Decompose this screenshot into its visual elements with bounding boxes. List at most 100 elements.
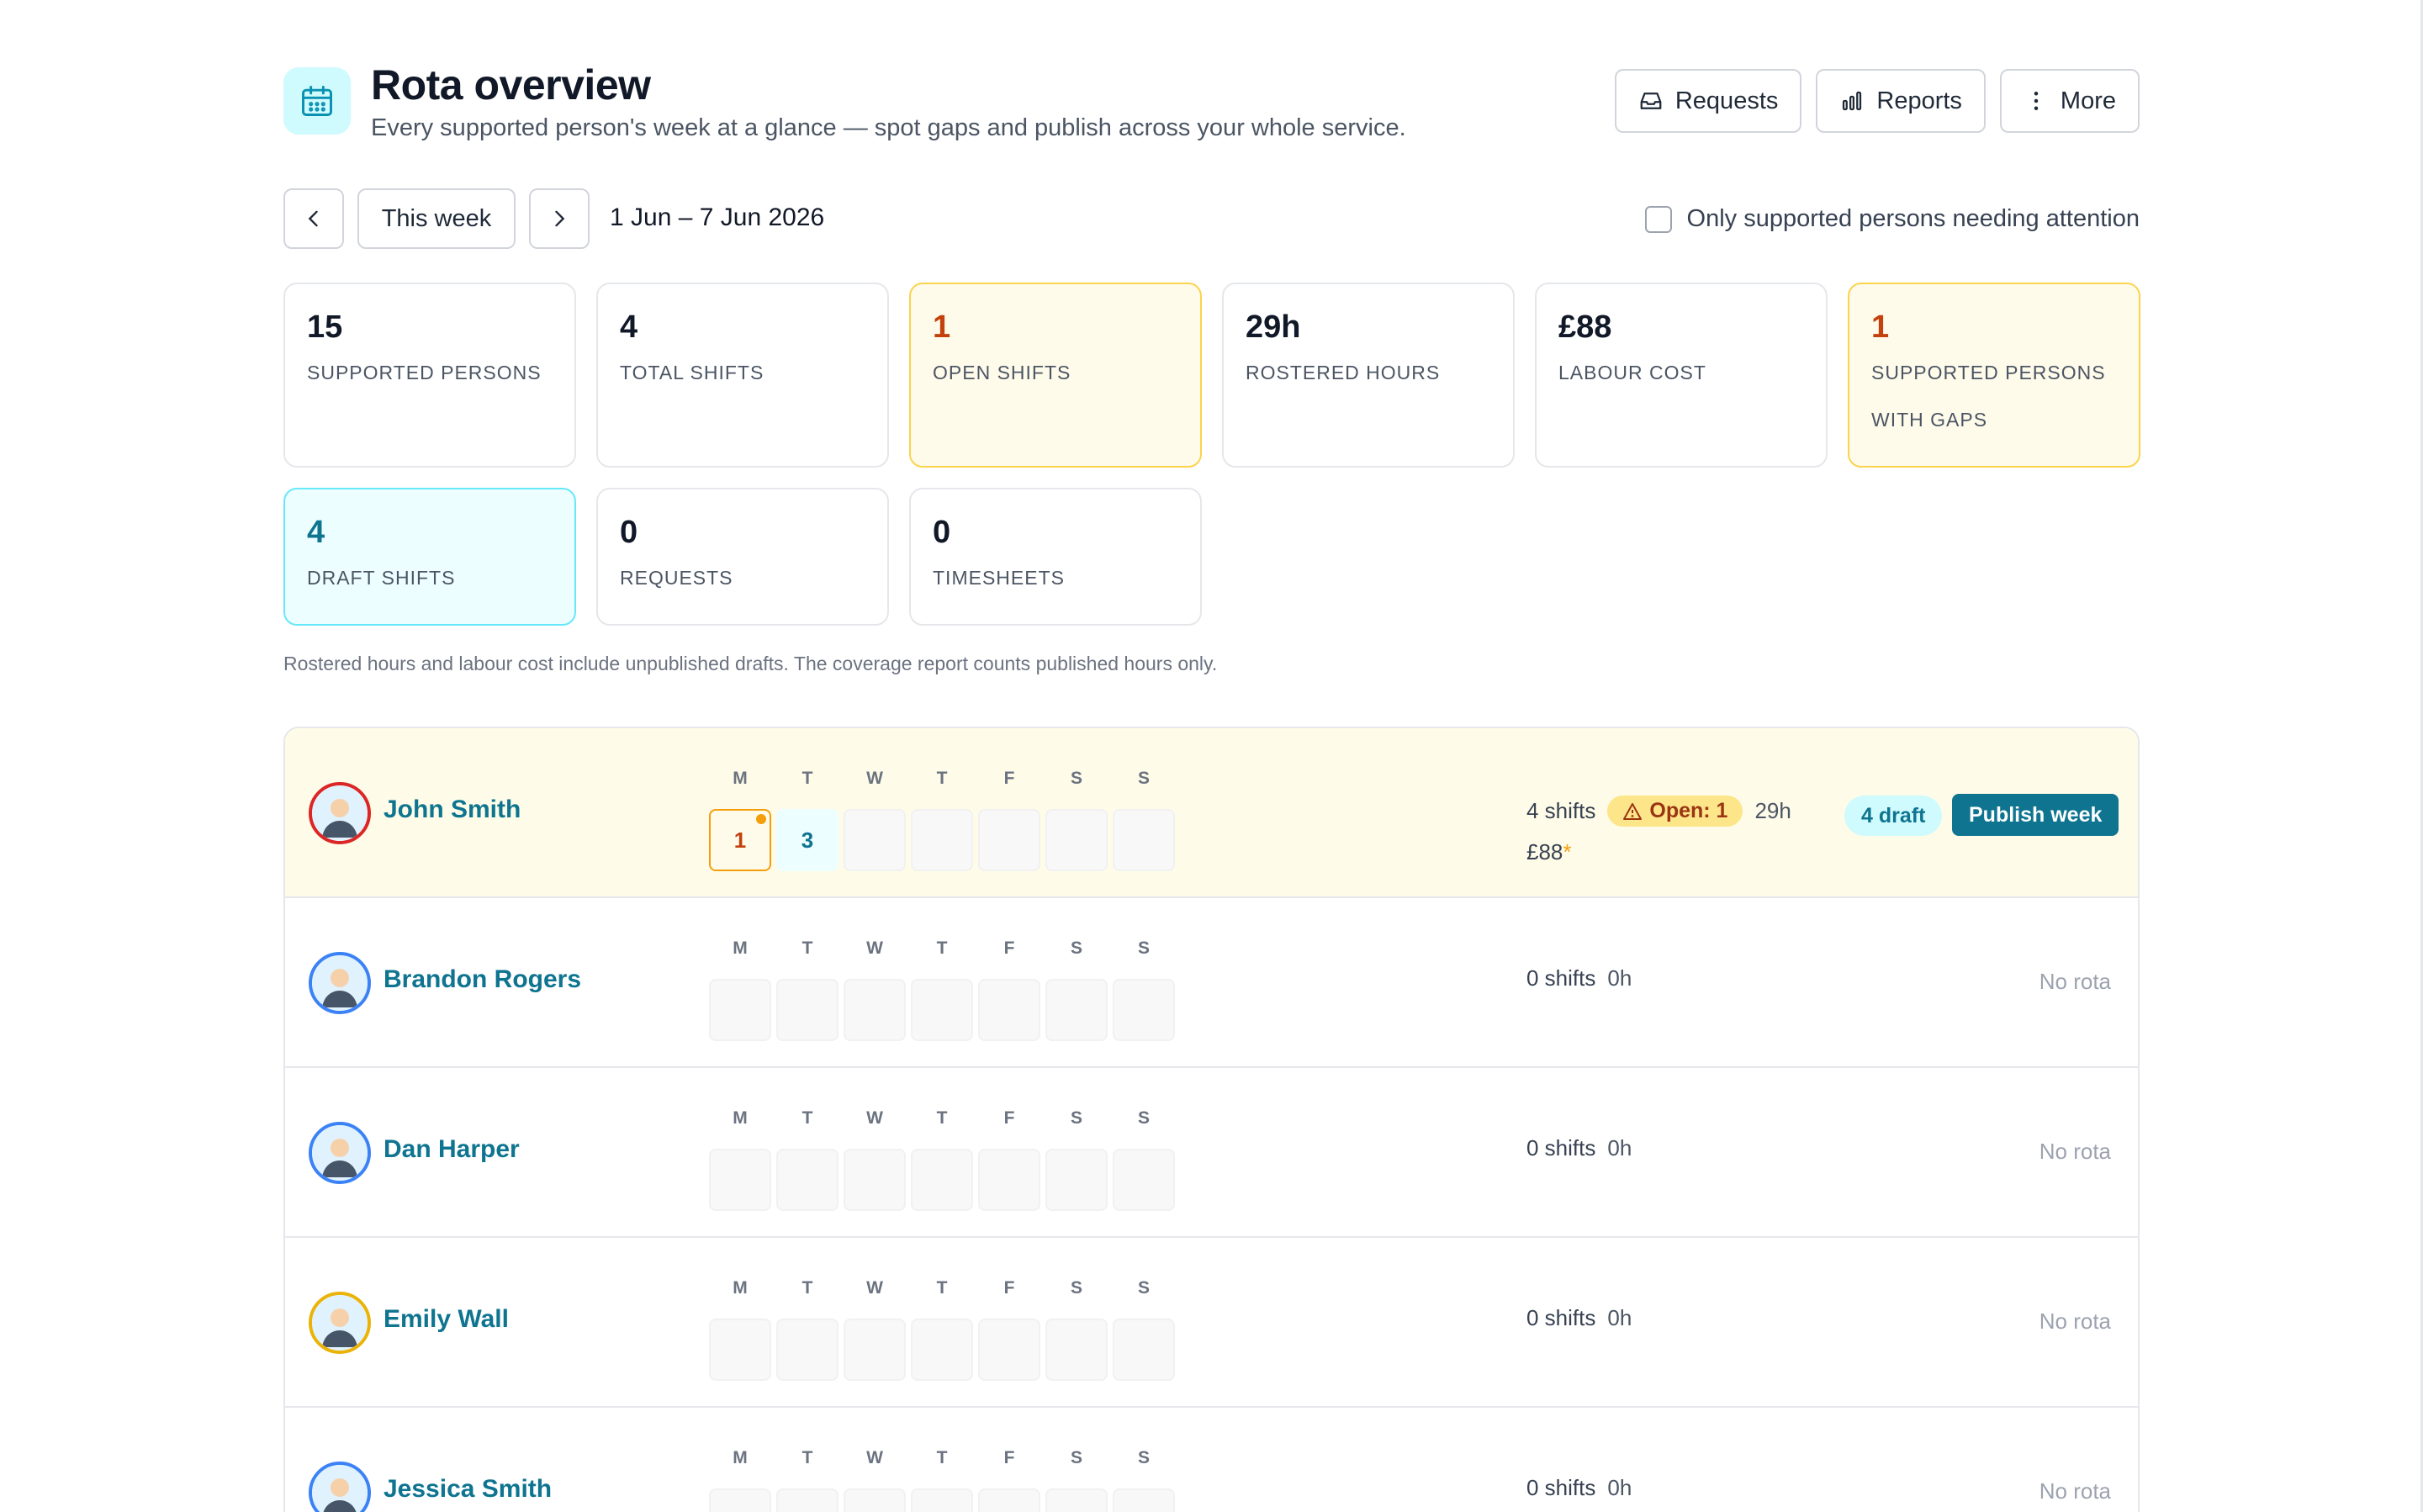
day-label: S: [1137, 1448, 1150, 1467]
shift-count: 0 shifts: [1526, 965, 1596, 991]
person-row[interactable]: Brandon Rogers M T W T F S S 0 shifts 0h No rota: [285, 898, 2138, 1068]
day-label: T: [801, 769, 813, 788]
day-cell[interactable]: [776, 979, 839, 1041]
day-cell[interactable]: [776, 1149, 839, 1211]
stat-labour-cost: £88 Labour cost: [1535, 283, 1828, 468]
day-label: S: [1070, 938, 1082, 958]
day-label: S: [1070, 1278, 1082, 1298]
day-label: F: [1003, 1278, 1015, 1298]
avatar[interactable]: [309, 952, 371, 1014]
day-cell[interactable]: [844, 1149, 906, 1211]
person-name-link[interactable]: Jessica Smith: [384, 1475, 552, 1504]
avatar[interactable]: [309, 1122, 371, 1184]
day-cell[interactable]: [776, 1488, 839, 1512]
week-range: 1 Jun – 7 Jun 2026: [610, 204, 825, 231]
day-cell[interactable]: [709, 1488, 771, 1512]
more-vertical-icon: [2034, 92, 2039, 110]
day-cell[interactable]: [1045, 1149, 1108, 1211]
previous-week-button[interactable]: [283, 188, 344, 249]
stat-draft-shifts: 4 Draft shifts: [283, 488, 576, 626]
person-row[interactable]: Dan Harper M T W T F S S 0 shifts 0h No rota: [285, 1068, 2138, 1238]
day-label: S: [1137, 769, 1150, 788]
avatar[interactable]: [309, 1462, 371, 1512]
stat-persons-with-gaps: 1 Supported persons with gaps: [1848, 283, 2140, 468]
stat-open-shifts: 1 Open shifts: [909, 283, 1202, 468]
person-rota-list: John Smith M T W T F S S 1 3 4 shifts Open: 1 29h…: [283, 727, 2140, 1512]
day-cell[interactable]: [1113, 1319, 1175, 1381]
day-cell[interactable]: [1113, 809, 1175, 871]
warning-icon: [1623, 802, 1643, 820]
day-cell[interactable]: [911, 979, 973, 1041]
day-cell[interactable]: 3: [776, 809, 839, 871]
day-label: S: [1137, 1278, 1150, 1298]
attention-checkbox[interactable]: [1644, 205, 1672, 233]
day-cell[interactable]: [1113, 1149, 1175, 1211]
day-label: S: [1070, 1448, 1082, 1467]
day-cell[interactable]: [844, 1319, 906, 1381]
day-label: T: [801, 938, 813, 958]
day-label: M: [733, 1108, 748, 1128]
more-button[interactable]: More: [1999, 69, 2140, 133]
day-cell[interactable]: [978, 809, 1040, 871]
page-subtitle: Every supported person's week at a glanc…: [371, 114, 1406, 141]
day-cell[interactable]: [978, 1149, 1040, 1211]
day-label: S: [1137, 1108, 1150, 1128]
person-row[interactable]: John Smith M T W T F S S 1 3 4 shifts Open: 1 29h…: [285, 728, 2138, 898]
day-label: T: [801, 1278, 813, 1298]
day-cell[interactable]: [911, 1149, 973, 1211]
day-cell[interactable]: [844, 809, 906, 871]
requests-button[interactable]: Requests: [1614, 69, 1802, 133]
open-shifts-badge: Open: 1: [1607, 796, 1743, 827]
person-name-link[interactable]: John Smith: [384, 796, 521, 824]
day-label: F: [1003, 1448, 1015, 1467]
day-cell[interactable]: [1113, 1488, 1175, 1512]
day-cell[interactable]: [1045, 979, 1108, 1041]
day-cell[interactable]: [709, 979, 771, 1041]
day-label: F: [1003, 769, 1015, 788]
attention-filter[interactable]: Only supported persons needing attention: [1644, 205, 2140, 233]
day-cell[interactable]: [1045, 1319, 1108, 1381]
day-cell[interactable]: [978, 1488, 1040, 1512]
publish-week-button[interactable]: Publish week: [1952, 794, 2119, 836]
draft-badge: 4 draft: [1844, 796, 1943, 836]
hours: 0h: [1607, 1475, 1632, 1500]
day-label: W: [866, 769, 883, 788]
day-label: T: [936, 1448, 948, 1467]
day-label: W: [866, 1108, 883, 1128]
this-week-button[interactable]: This week: [357, 188, 516, 249]
rota-status: No rota: [2039, 1308, 2111, 1334]
labour-cost: £88*: [1526, 839, 1572, 864]
day-cell[interactable]: [844, 979, 906, 1041]
next-week-button[interactable]: [529, 188, 590, 249]
person-name-link[interactable]: Brandon Rogers: [384, 965, 581, 994]
day-cell[interactable]: 1: [709, 809, 771, 871]
row-summary: 0 shifts 0h: [1526, 1475, 1632, 1501]
day-cell[interactable]: [1045, 1488, 1108, 1512]
day-cell[interactable]: [709, 1149, 771, 1211]
day-cell[interactable]: [844, 1488, 906, 1512]
reports-button[interactable]: Reports: [1816, 69, 1986, 133]
day-label: F: [1003, 938, 1015, 958]
day-label: T: [936, 938, 948, 958]
person-row[interactable]: Emily Wall M T W T F S S 0 shifts 0h No rota: [285, 1238, 2138, 1408]
person-name-link[interactable]: Emily Wall: [384, 1305, 509, 1334]
day-cell[interactable]: [776, 1319, 839, 1381]
avatar[interactable]: [309, 1292, 371, 1354]
day-cell[interactable]: [978, 1319, 1040, 1381]
page-header: Rota overview Every supported person's w…: [283, 61, 2140, 153]
avatar[interactable]: [309, 782, 371, 844]
page-title: Rota overview: [371, 61, 651, 108]
day-label: W: [866, 938, 883, 958]
day-label: W: [866, 1278, 883, 1298]
day-cell[interactable]: [911, 809, 973, 871]
draft-dot: [756, 814, 766, 824]
day-cell[interactable]: [978, 979, 1040, 1041]
chevron-right-icon: [555, 210, 565, 227]
person-name-link[interactable]: Dan Harper: [384, 1135, 520, 1164]
day-cell[interactable]: [1045, 809, 1108, 871]
person-row[interactable]: Jessica Smith M T W T F S S 0 shifts 0h No rota: [285, 1408, 2138, 1512]
day-cell[interactable]: [709, 1319, 771, 1381]
day-cell[interactable]: [911, 1319, 973, 1381]
day-cell[interactable]: [911, 1488, 973, 1512]
day-cell[interactable]: [1113, 979, 1175, 1041]
